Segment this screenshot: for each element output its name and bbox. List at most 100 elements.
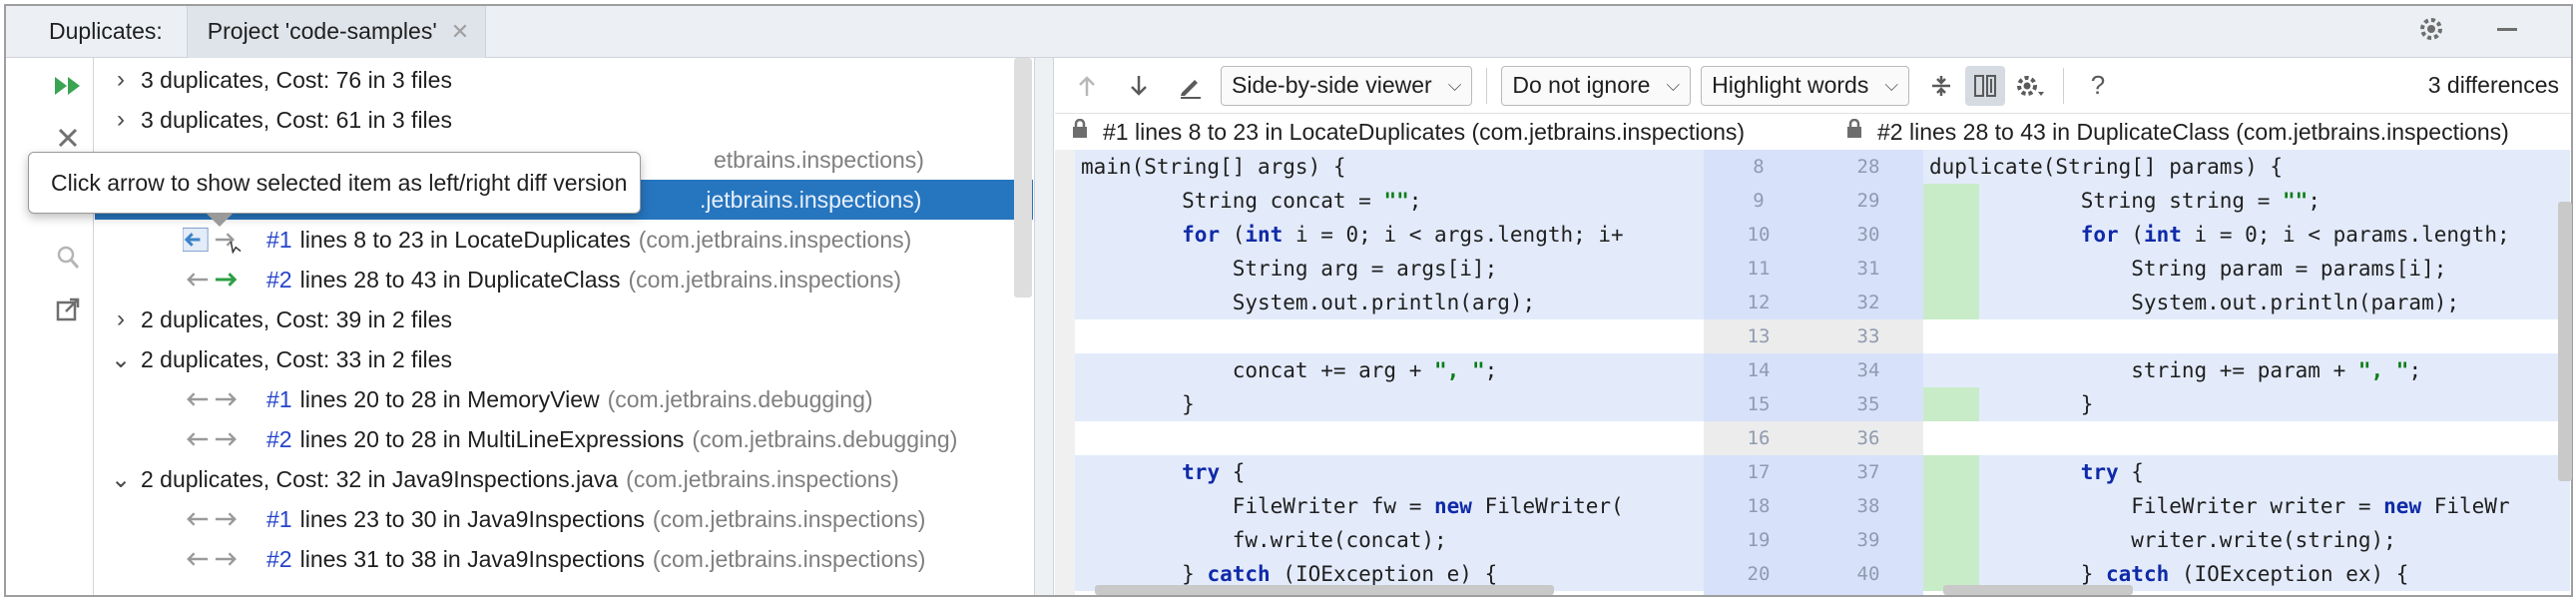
differences-count: 3 differences: [2427, 72, 2559, 98]
ignore-whitespace-dropdown[interactable]: Do not ignore ⌵: [1501, 65, 1692, 106]
left-line-number: 14: [1747, 359, 1771, 381]
minimize-icon[interactable]: [2487, 16, 2527, 49]
export-icon[interactable]: [50, 292, 86, 327]
code-line[interactable]: String string = "";: [1923, 184, 2570, 218]
right-line-number: 33: [1856, 325, 1880, 347]
sync-scroll-icon[interactable]: [1965, 65, 2006, 106]
gear-icon[interactable]: [2009, 66, 2049, 106]
tree-duplicate-row[interactable]: #1 lines 20 to 28 in MemoryView (com.jet…: [95, 379, 1033, 419]
code-line[interactable]: [1075, 319, 1704, 353]
tree-duplicate-row[interactable]: #1 lines 8 to 23 in LocateDuplicates (co…: [95, 220, 1033, 260]
left-line-number: 8: [1753, 156, 1765, 178]
code-line[interactable]: FileWriter fw = new FileWriter(: [1075, 489, 1704, 523]
code-line[interactable]: FileWriter writer = new FileWr: [1923, 489, 2570, 523]
tooltip: Click arrow to show selected item as lef…: [28, 152, 641, 214]
gutter-line: 14 34: [1704, 353, 1923, 387]
close-icon[interactable]: ✕: [451, 19, 469, 45]
right-line-number: 36: [1856, 427, 1880, 449]
code-line[interactable]: main(String[] args) {: [1075, 150, 1704, 184]
right-editor[interactable]: duplicate(String[] params) { String stri…: [1923, 150, 2570, 595]
left-editor[interactable]: main(String[] args) { String concat = ""…: [1075, 150, 1704, 595]
tree-group-row[interactable]: › 2 duplicates, Cost: 39 in 2 files: [95, 300, 1033, 339]
tree-duplicate-row[interactable]: #2 lines 28 to 43 in DuplicateClass (com…: [95, 260, 1033, 300]
code-line[interactable]: [1075, 421, 1704, 455]
tree-group-row[interactable]: ⌄ 2 duplicates, Cost: 32 in Java9Inspect…: [95, 459, 1033, 499]
chevron-down-icon[interactable]: ⌄: [101, 465, 141, 494]
chevron-right-icon[interactable]: ›: [101, 66, 141, 94]
right-line-number: 39: [1856, 529, 1880, 551]
code-line[interactable]: System.out.println(param);: [1923, 286, 2570, 319]
tree-scrollbar[interactable]: [1014, 58, 1032, 298]
code-line[interactable]: }: [1075, 387, 1704, 421]
close-icon[interactable]: [50, 120, 86, 156]
diff-arrows-icon[interactable]: [183, 545, 243, 573]
code-line[interactable]: System.out.println(arg);: [1075, 286, 1704, 319]
tree-group-row[interactable]: › 3 duplicates, Cost: 61 in 3 files: [95, 100, 1033, 140]
help-icon[interactable]: ?: [2078, 66, 2118, 106]
gutter-line: 15 35: [1704, 387, 1923, 421]
highlight-mode-dropdown[interactable]: Highlight words ⌵: [1701, 65, 1910, 106]
diff-toolbar: Side-by-side viewer ⌵ Do not ignore ⌵ High…: [1055, 58, 2571, 114]
code-line[interactable]: [1923, 319, 2570, 353]
gutter-line: 9 29: [1704, 184, 1923, 218]
chevron-right-icon[interactable]: ›: [101, 106, 141, 134]
tab-project-code-samples[interactable]: Project 'code-samples' ✕: [186, 5, 487, 58]
right-line-number: 32: [1856, 292, 1880, 313]
right-line-number: 40: [1856, 563, 1880, 585]
code-line[interactable]: for (int i = 0; i < args.length; i+: [1075, 218, 1704, 252]
code-line[interactable]: writer.write(string);: [1923, 523, 2570, 557]
duplicates-tree[interactable]: › 3 duplicates, Cost: 76 in 3 files › 3 …: [95, 58, 1033, 595]
code-line[interactable]: for (int i = 0; i < params.length;: [1923, 218, 2570, 252]
rerun-icon[interactable]: [50, 68, 86, 104]
code-line[interactable]: String concat = "";: [1075, 184, 1704, 218]
diff-arrows-icon[interactable]: [183, 425, 243, 453]
left-line-number: 19: [1747, 529, 1771, 551]
code-line[interactable]: [1923, 421, 2570, 455]
gear-icon[interactable]: [2411, 15, 2451, 50]
gutter-line: 12 32: [1704, 286, 1923, 319]
edit-icon[interactable]: [1171, 66, 1211, 106]
diff-arrows-icon[interactable]: [183, 266, 243, 294]
left-line-number: 13: [1747, 325, 1771, 347]
right-line-number: 37: [1856, 461, 1880, 483]
tool-window-title: Duplicates:: [49, 18, 163, 44]
right-editor-scrollbar[interactable]: [2558, 202, 2572, 481]
right-horizontal-scrollbar[interactable]: [1943, 585, 2133, 595]
diff-arrows-icon[interactable]: [183, 226, 243, 254]
tree-duplicate-row[interactable]: #2 lines 20 to 28 in MultiLineExpression…: [95, 419, 1033, 459]
right-line-number: 38: [1856, 495, 1880, 517]
code-line[interactable]: String arg = args[i];: [1075, 252, 1704, 286]
left-line-number: 17: [1747, 461, 1771, 483]
chevron-down-icon: ⌵: [1666, 75, 1681, 95]
arrow-down-icon[interactable]: [1119, 66, 1159, 106]
left-horizontal-scrollbar[interactable]: [1095, 585, 1554, 595]
diff-arrows-icon[interactable]: [183, 505, 243, 533]
code-line[interactable]: duplicate(String[] params) {: [1923, 150, 2570, 184]
gutter-line: 17 37: [1704, 455, 1923, 489]
tree-group-row[interactable]: › 3 duplicates, Cost: 76 in 3 files: [95, 60, 1033, 100]
right-line-number: 35: [1856, 393, 1880, 415]
code-line[interactable]: try {: [1923, 455, 2570, 489]
code-line[interactable]: string += param + ", ";: [1923, 353, 2570, 387]
chevron-right-icon[interactable]: ›: [101, 305, 141, 333]
tree-duplicate-row[interactable]: #2 lines 31 to 38 in Java9Inspections (c…: [95, 539, 1033, 579]
code-line[interactable]: fw.write(concat);: [1075, 523, 1704, 557]
find-usages-icon[interactable]: [50, 240, 86, 276]
arrow-up-icon[interactable]: [1067, 66, 1107, 106]
code-line[interactable]: concat += arg + ", ";: [1075, 353, 1704, 387]
code-line[interactable]: }: [1923, 387, 2570, 421]
chevron-down-icon[interactable]: ⌄: [101, 345, 141, 374]
viewer-mode-dropdown[interactable]: Side-by-side viewer ⌵: [1221, 65, 1473, 106]
code-line[interactable]: try {: [1075, 455, 1704, 489]
diff-arrows-icon[interactable]: [183, 385, 243, 413]
tree-duplicate-row[interactable]: #1 lines 23 to 30 in Java9Inspections (c…: [95, 499, 1033, 539]
toolbar-separator: [1486, 67, 1488, 104]
left-editor-marker-strip: [1055, 150, 1075, 595]
splitter-handle[interactable]: [1034, 58, 1054, 595]
code-line[interactable]: String param = params[i];: [1923, 252, 2570, 286]
collapse-unchanged-icon[interactable]: [1921, 66, 1961, 106]
tree-group-row[interactable]: ⌄ 2 duplicates, Cost: 33 in 2 files: [95, 339, 1033, 379]
tooltip-pointer: [206, 213, 234, 227]
left-line-number: 20: [1747, 563, 1771, 585]
right-line-number: 31: [1856, 258, 1880, 280]
